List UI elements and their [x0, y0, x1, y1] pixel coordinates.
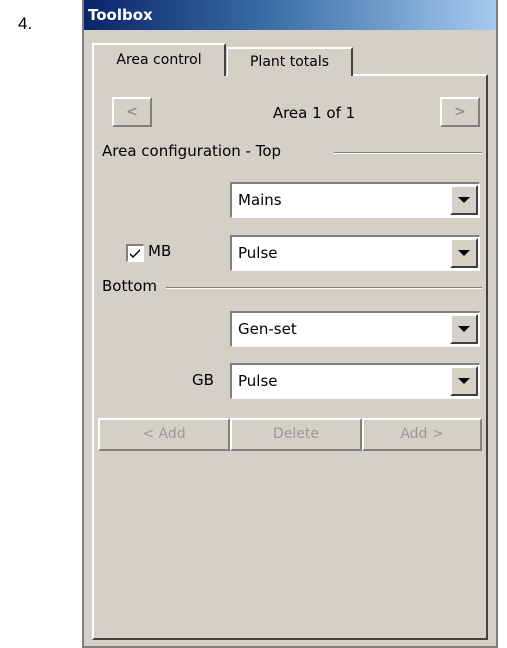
mb-mode-value: Pulse: [238, 244, 278, 262]
delete-button[interactable]: Delete: [230, 418, 362, 451]
mb-mode-dropdown[interactable]: Pulse: [230, 235, 480, 271]
top-source-value: Mains: [238, 191, 282, 209]
add-left-button[interactable]: < Add: [98, 418, 230, 451]
top-source-dropdown[interactable]: Mains: [230, 182, 480, 218]
bottom-source-value: Gen-set: [238, 320, 297, 338]
window-title: Toolbox: [84, 0, 496, 30]
chevron-down-icon[interactable]: [450, 185, 478, 215]
toolbox-window: Toolbox Area control Plant totals < Area…: [82, 0, 498, 648]
tab-plant-totals[interactable]: Plant totals: [227, 47, 353, 76]
mb-checkbox[interactable]: [126, 244, 144, 262]
step-number: 4.: [18, 14, 33, 33]
top-group-divider: [334, 152, 482, 154]
bottom-group-label: Bottom: [102, 277, 164, 295]
next-area-button[interactable]: >: [440, 97, 480, 127]
mb-label: MB: [148, 242, 172, 260]
chevron-down-icon[interactable]: [450, 366, 478, 396]
gb-mode-dropdown[interactable]: Pulse: [230, 363, 480, 399]
chevron-down-icon[interactable]: [450, 238, 478, 268]
checkmark-icon: [130, 249, 140, 258]
add-right-button[interactable]: Add >: [362, 418, 482, 451]
tab-area-control[interactable]: Area control: [92, 43, 226, 76]
previous-area-button[interactable]: <: [112, 97, 152, 127]
chevron-down-icon[interactable]: [450, 314, 478, 344]
top-group-label: Area configuration - Top: [102, 142, 288, 160]
gb-mode-value: Pulse: [238, 372, 278, 390]
bottom-group-divider: [166, 287, 482, 289]
gb-label: GB: [192, 371, 214, 389]
bottom-source-dropdown[interactable]: Gen-set: [230, 311, 480, 347]
area-indicator: Area 1 of 1: [272, 104, 356, 122]
